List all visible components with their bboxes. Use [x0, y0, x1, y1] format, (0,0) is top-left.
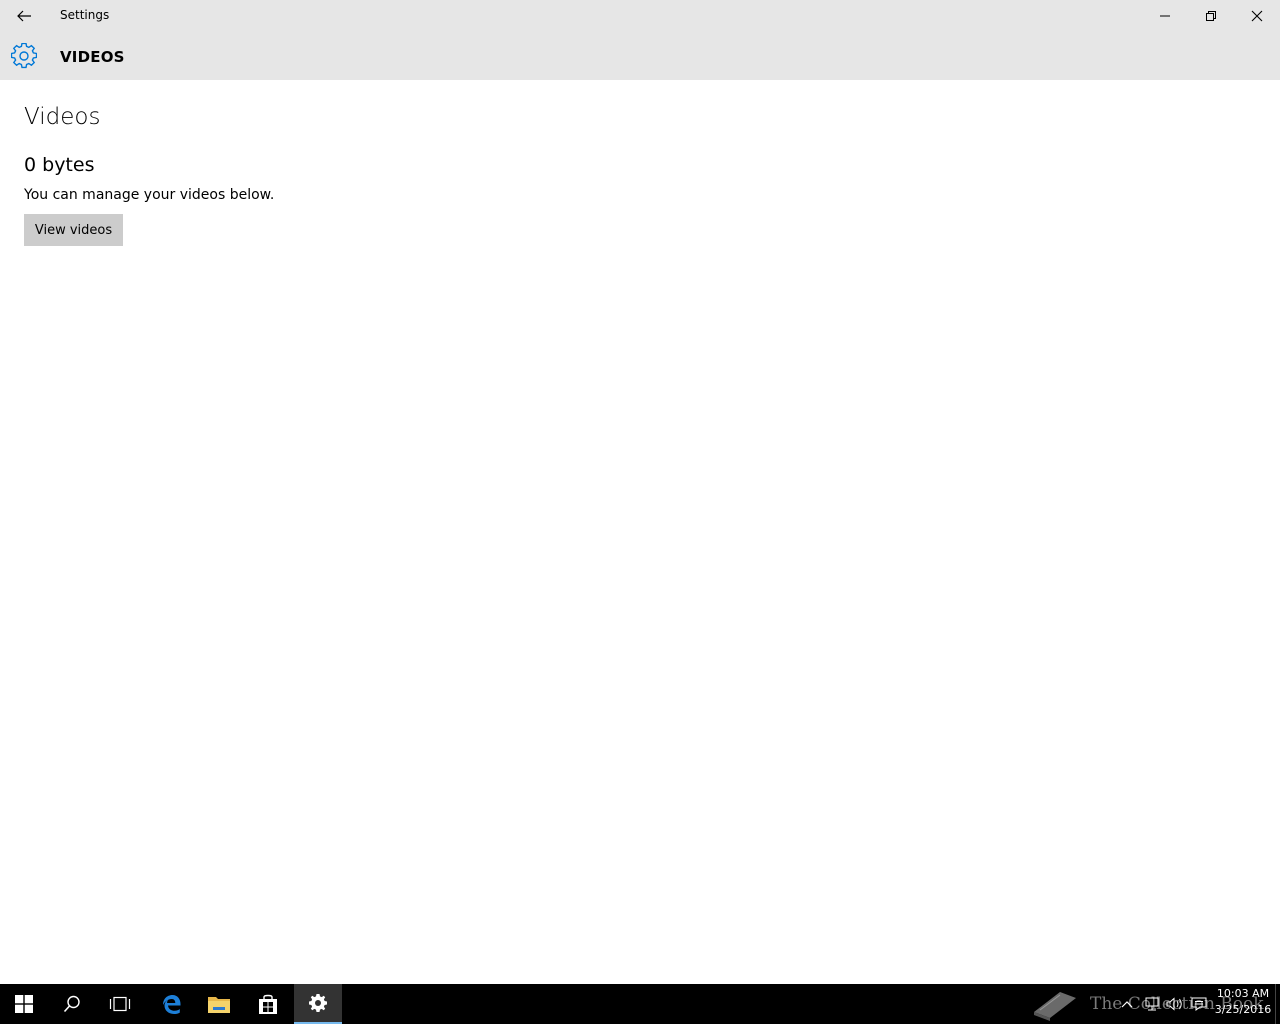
gear-icon: [11, 43, 37, 69]
restore-button[interactable]: [1188, 0, 1234, 32]
clock[interactable]: 10:03 AM 3/25/2016: [1212, 986, 1274, 1018]
minimize-icon: [1160, 15, 1170, 17]
volume-button[interactable]: [1164, 984, 1186, 1024]
action-center-button[interactable]: [1188, 984, 1210, 1024]
file-explorer-button[interactable]: [195, 984, 243, 1024]
page-header: VIDEOS: [0, 32, 1280, 80]
network-button[interactable]: [1140, 984, 1162, 1024]
clock-time: 10:03 AM: [1216, 987, 1270, 1000]
restore-icon: [1206, 11, 1216, 21]
notification-icon: [1191, 997, 1207, 1011]
edge-icon: [163, 995, 181, 1014]
close-button[interactable]: [1234, 0, 1280, 32]
windows-logo-icon: [15, 995, 33, 1013]
task-view-button[interactable]: [96, 984, 144, 1024]
section-title: VIDEOS: [60, 48, 125, 66]
settings-taskbar-button[interactable]: [294, 984, 342, 1024]
title-bar: Settings: [0, 0, 1280, 32]
back-arrow-icon: [17, 10, 31, 22]
volume-icon: [1166, 997, 1182, 1011]
page-title: Videos: [24, 104, 101, 130]
task-view-icon: [109, 996, 131, 1012]
window-title: Settings: [60, 8, 110, 22]
search-icon: [63, 995, 80, 1013]
description-text: You can manage your videos below.: [24, 187, 275, 203]
view-videos-button[interactable]: View videos: [24, 214, 123, 246]
back-button[interactable]: [0, 0, 48, 32]
store-button[interactable]: [244, 984, 292, 1024]
chevron-up-icon: [1121, 1001, 1133, 1008]
settings-gear-icon: [309, 994, 327, 1012]
minimize-button[interactable]: [1142, 0, 1188, 32]
taskbar: The Collection Book 10:03 AM 3/25/2016: [0, 984, 1280, 1024]
storage-size: 0 bytes: [24, 154, 95, 176]
show-hidden-icons-button[interactable]: [1118, 984, 1136, 1024]
show-desktop-button[interactable]: [1275, 984, 1280, 1024]
store-icon: [259, 994, 277, 1014]
clock-date: 3/25/2016: [1214, 1003, 1272, 1016]
start-button[interactable]: [0, 984, 48, 1024]
edge-button[interactable]: [147, 984, 195, 1024]
close-icon: [1251, 10, 1263, 22]
book-icon: [1034, 992, 1076, 1021]
network-icon: [1145, 997, 1159, 1011]
folder-icon: [208, 997, 230, 1013]
search-button[interactable]: [48, 984, 96, 1024]
